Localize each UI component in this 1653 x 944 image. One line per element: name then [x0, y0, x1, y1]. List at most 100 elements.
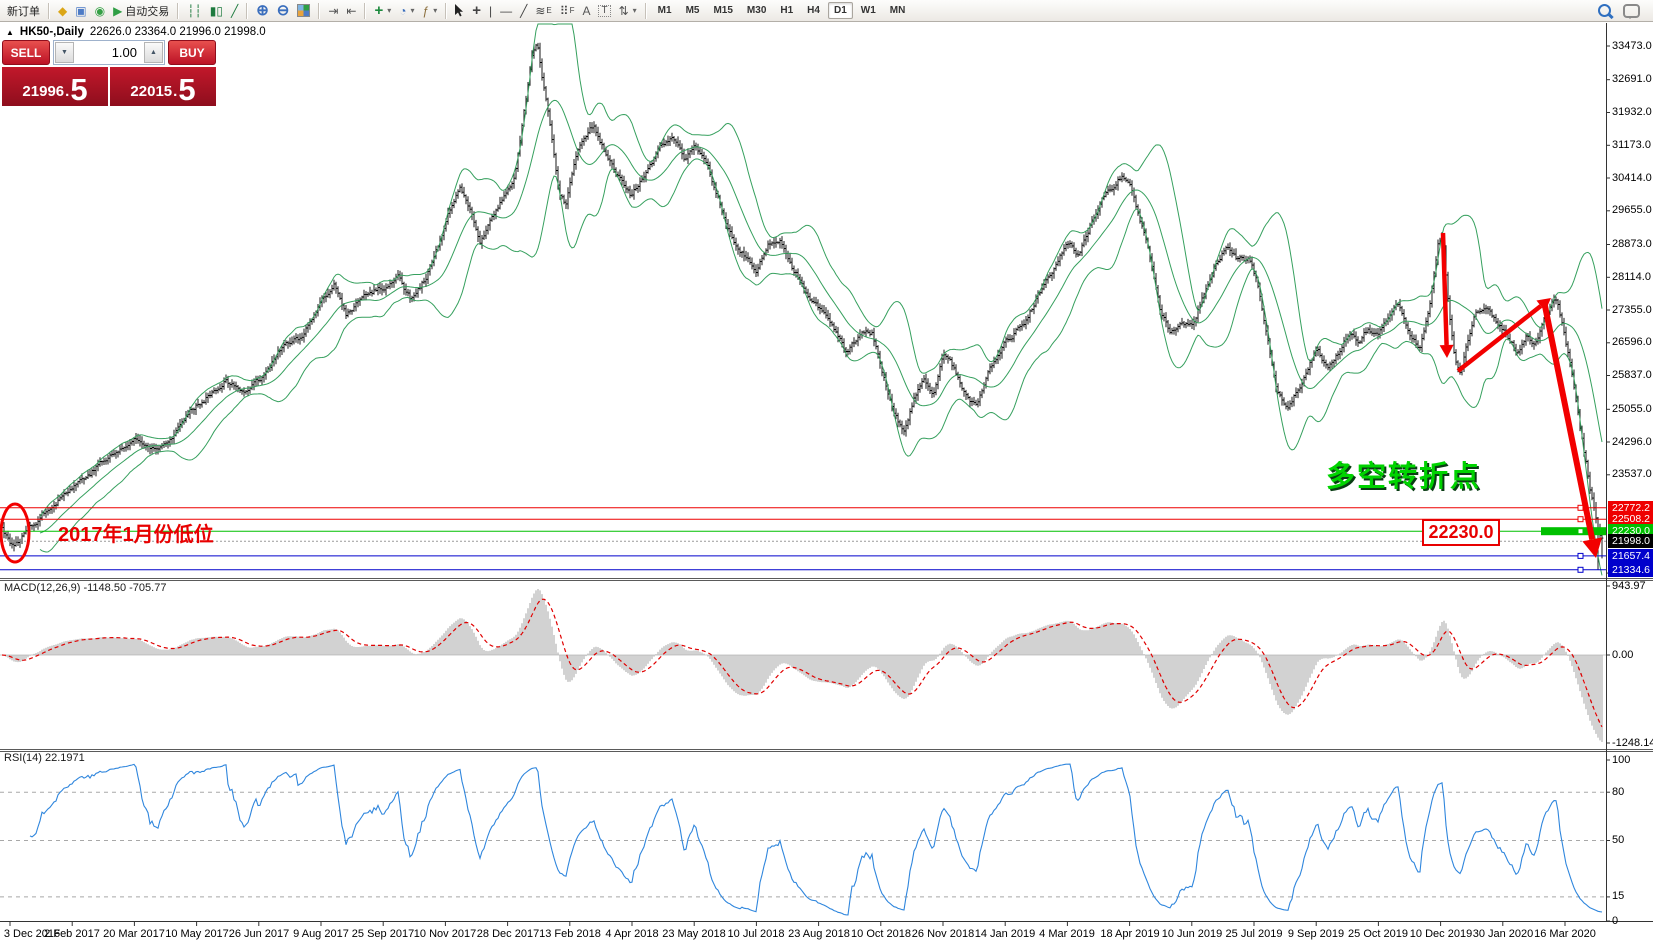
rsi-axis-label: 0 — [1612, 915, 1618, 927]
y-axis-label: 26596.0 — [1612, 336, 1652, 348]
tab-timeframe-M15[interactable]: M15 — [707, 2, 738, 19]
x-axis-label: 10 Jun 2019 — [1162, 928, 1223, 940]
volume-input[interactable]: 1.00 — [75, 41, 143, 64]
trendline-icon[interactable]: ╱ — [516, 2, 531, 20]
price-level-label-21657.4: 21657.4 — [1608, 549, 1653, 563]
x-axis-label: 25 Sep 2017 — [352, 928, 414, 940]
zoom-out-icon[interactable]: ⊖ — [273, 2, 294, 20]
equidistant-channel-icon[interactable]: ≋E — [531, 2, 555, 20]
x-axis-label: 4 Apr 2018 — [605, 928, 658, 940]
y-axis-label: 24296.0 — [1612, 436, 1652, 448]
y-axis-label: 33473.0 — [1612, 40, 1652, 52]
tab-timeframe-M1[interactable]: M1 — [652, 2, 678, 19]
auto-scroll-icon[interactable]: ⇥ — [324, 2, 342, 20]
y-axis-label: 30414.0 — [1612, 172, 1652, 184]
tile-windows-icon[interactable] — [293, 2, 314, 20]
x-axis-label: 26 Jun 2017 — [229, 928, 290, 940]
x-axis-label: 2 Feb 2017 — [44, 928, 100, 940]
y-axis-label: 25837.0 — [1612, 369, 1652, 381]
text-label-icon[interactable]: T — [594, 2, 614, 20]
y-axis-label: 28873.0 — [1612, 238, 1652, 250]
x-axis-label: 25 Oct 2019 — [1348, 928, 1408, 940]
line-chart-icon[interactable]: ╱ — [227, 2, 242, 20]
ohlc-values: 22626.0 23364.0 21996.0 21998.0 — [90, 26, 266, 38]
tab-timeframe-D1[interactable]: D1 — [828, 2, 853, 19]
fibonacci-icon[interactable]: ⠿F — [556, 2, 579, 20]
tab-timeframe-MN[interactable]: MN — [884, 2, 912, 19]
periods-button[interactable]: ◔▾ — [395, 2, 418, 20]
x-axis-label: 9 Sep 2019 — [1288, 928, 1344, 940]
buy-price-display[interactable]: 22015.5 — [110, 67, 216, 106]
toolbar-separator — [318, 3, 320, 19]
sell-price-display[interactable]: 21996.5 — [2, 67, 108, 106]
new-order-button[interactable]: 新订单 — [3, 2, 44, 20]
buy-price-big-digit: 5 — [178, 77, 195, 103]
y-axis-label: 31173.0 — [1612, 139, 1651, 151]
rsi-axis-label: 15 — [1612, 890, 1624, 902]
volume-decrease-button[interactable]: ▼ — [55, 42, 74, 63]
candlestick-icon[interactable]: ▮▯ — [206, 2, 227, 20]
y-axis-label: 29655.0 — [1612, 204, 1652, 216]
tab-timeframe-H4[interactable]: H4 — [801, 2, 826, 19]
sell-price-dot: . — [65, 83, 69, 100]
sell-price-main: 21996 — [22, 83, 64, 100]
rsi-indicator-label: RSI(14) 22.1971 — [4, 752, 85, 764]
y-axis-label: 27355.0 — [1612, 304, 1652, 316]
autotrading-button[interactable]: ▶自动交易 — [109, 2, 173, 20]
text-icon[interactable]: A — [578, 2, 594, 20]
toolbar: 新订单◆▣◉▶自动交易┆┆▮▯╱⊕⊖⇥⇤+▾◔▾ƒ▾+|—╱≋E⠿FAT⇅▾M1… — [0, 0, 1653, 22]
x-axis-label: 25 Jul 2019 — [1226, 928, 1283, 940]
macd-indicator-label: MACD(12,26,9) -1148.50 -705.77 — [4, 582, 166, 594]
sell-price-big-digit: 5 — [70, 77, 87, 103]
tab-timeframe-M30[interactable]: M30 — [741, 2, 772, 19]
horizontal-line-icon[interactable]: — — [496, 2, 516, 20]
annotation-2017-low[interactable]: 2017年1月份低位 — [58, 518, 214, 547]
chart-area[interactable]: 33473.032691.031932.031173.030414.029655… — [0, 23, 1653, 944]
x-axis-label: 28 Dec 2017 — [477, 928, 539, 940]
volume-control: ▼ 1.00 ▲ — [53, 40, 165, 65]
price-level-label-21334.6: 21334.6 — [1608, 563, 1653, 577]
toolbar-separator — [48, 3, 50, 19]
symbol-period-label: HK50-,Daily — [20, 26, 84, 38]
toolbar-right — [1598, 4, 1650, 18]
cursor-icon[interactable] — [451, 2, 468, 20]
templates-button[interactable]: ƒ▾ — [419, 2, 442, 20]
bar-chart-icon[interactable]: ┆┆ — [183, 2, 205, 20]
x-axis-label: 23 May 2018 — [662, 928, 726, 940]
crosshair-icon[interactable]: + — [468, 2, 485, 20]
toolbar-icon-groups: 新订单◆▣◉▶自动交易┆┆▮▯╱⊕⊖⇥⇤+▾◔▾ƒ▾+|—╱≋E⠿FAT⇅▾M1… — [3, 0, 912, 21]
x-axis-label: 13 Feb 2018 — [539, 928, 601, 940]
price-level-label-21998: 21998.0 — [1608, 534, 1653, 548]
volume-increase-button[interactable]: ▲ — [144, 42, 163, 63]
collapse-icon[interactable]: ▲ — [6, 28, 14, 37]
trend-arrow[interactable] — [1544, 301, 1592, 539]
signals-icon[interactable]: ◉ — [91, 2, 109, 20]
one-click-trading-panel: SELL ▼ 1.00 ▲ BUY 21996.5 22015.5 — [2, 40, 216, 106]
x-axis-label: 16 Mar 2020 — [1534, 928, 1596, 940]
tab-timeframe-M5[interactable]: M5 — [680, 2, 706, 19]
new-chart-button[interactable]: +▾ — [370, 2, 395, 20]
x-axis-label: 14 Jan 2019 — [975, 928, 1036, 940]
buy-button[interactable]: BUY — [168, 40, 216, 65]
deposit-icon[interactable]: ◆ — [54, 2, 71, 20]
toolbar-separator — [246, 3, 248, 19]
y-axis-label: 31932.0 — [1612, 106, 1652, 118]
search-icon[interactable] — [1598, 4, 1611, 17]
toolbar-separator — [445, 3, 447, 19]
vertical-line-icon[interactable]: | — [485, 2, 496, 20]
x-axis-label: 30 Jan 2020 — [1473, 928, 1534, 940]
tab-timeframe-W1[interactable]: W1 — [855, 2, 882, 19]
zoom-in-icon[interactable]: ⊕ — [252, 2, 273, 20]
annotation-turning-point[interactable]: 多空转折点 — [1326, 453, 1481, 495]
x-axis-label: 26 Nov 2018 — [912, 928, 974, 940]
y-axis-label: 23537.0 — [1612, 468, 1652, 480]
chat-icon[interactable] — [1623, 4, 1640, 18]
buy-price-main: 22015 — [130, 83, 172, 100]
market-watch-icon[interactable]: ▣ — [71, 2, 90, 20]
sell-button[interactable]: SELL — [2, 40, 50, 65]
chart-shift-icon[interactable]: ⇤ — [342, 2, 360, 20]
tab-timeframe-H1[interactable]: H1 — [774, 2, 799, 19]
macd-axis-label: 943.97 — [1612, 580, 1646, 592]
price-level-box-22230[interactable]: 22230.0 — [1422, 519, 1500, 546]
arrows-tool-icon[interactable]: ⇅▾ — [615, 2, 641, 20]
